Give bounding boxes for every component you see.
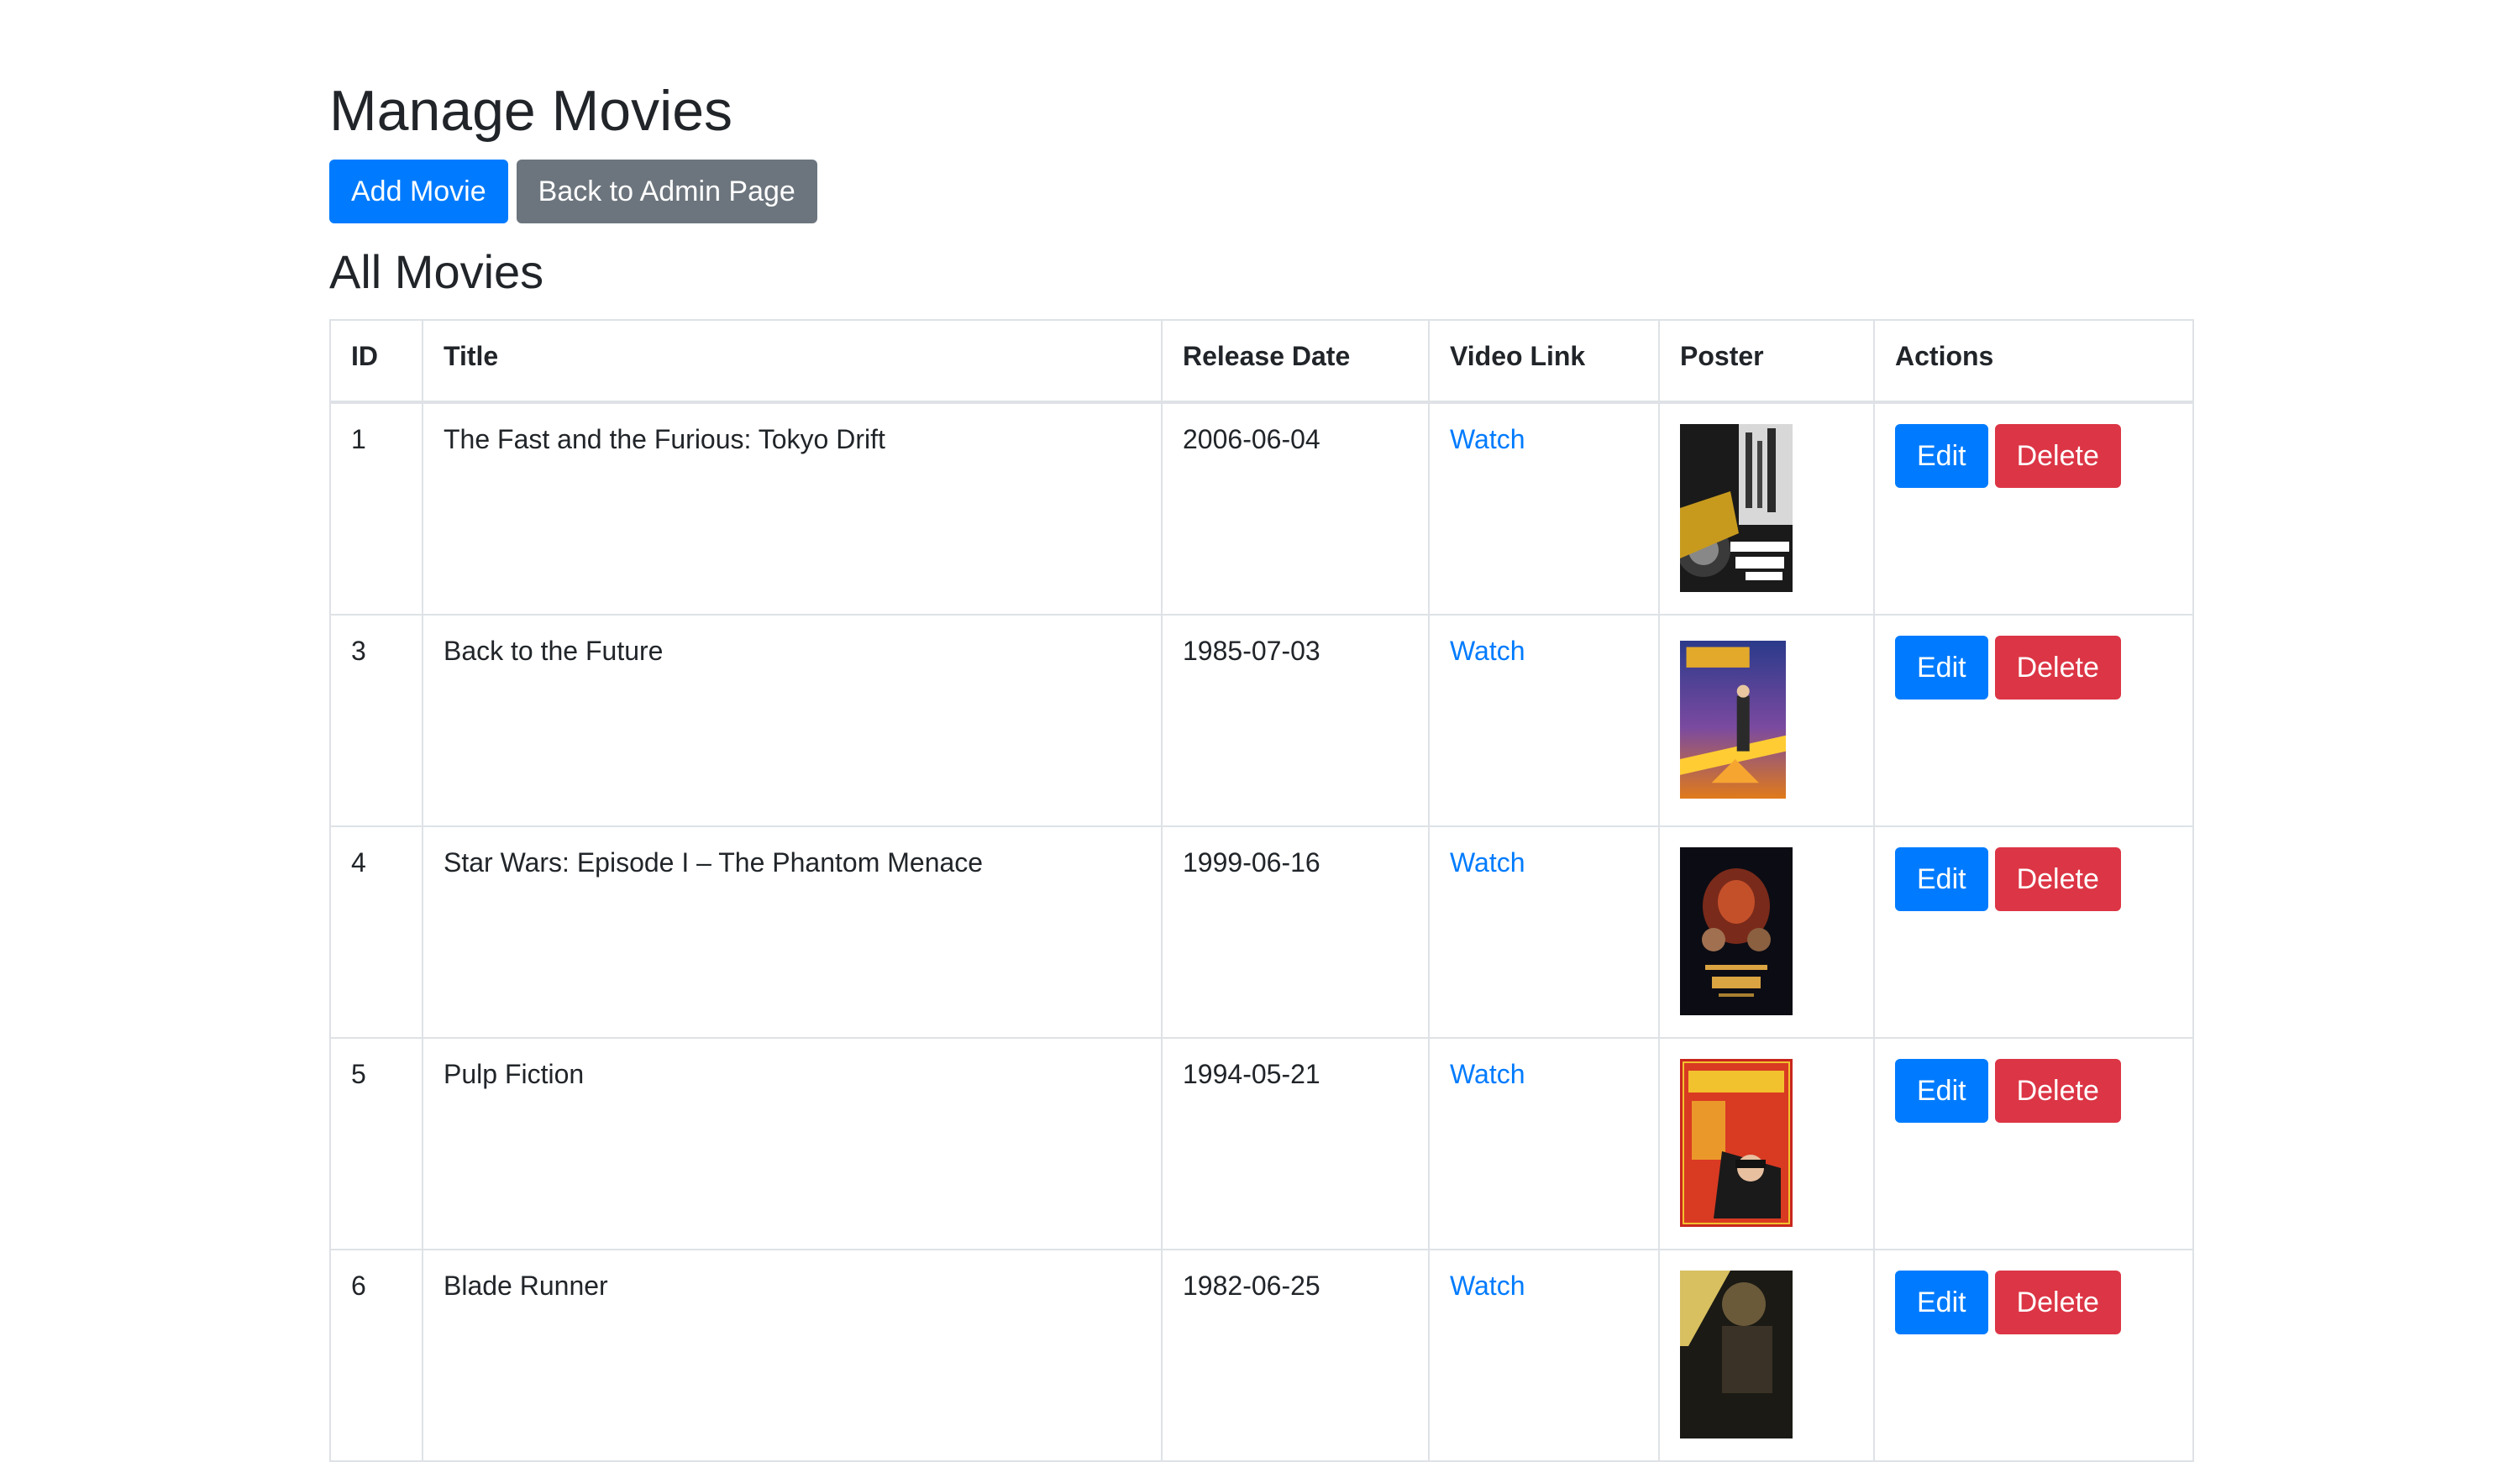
table-row: 5 Pulp Fiction 1994-05-21 Watch Edit Del…: [329, 1037, 2194, 1250]
table-row: 1 The Fast and the Furious: Tokyo Drift …: [329, 401, 2194, 616]
column-header-video-link[interactable]: Video Link: [1428, 319, 1660, 404]
add-movie-button[interactable]: Add Movie: [329, 160, 508, 223]
delete-button[interactable]: Delete: [1994, 1271, 2121, 1334]
cell-release-date: 1994-05-21: [1161, 1037, 1430, 1250]
cell-title: Back to the Future: [422, 614, 1163, 827]
row-actions: Edit Delete: [1895, 1271, 2172, 1334]
cell-poster: [1658, 825, 1875, 1039]
table-row: 6 Blade Runner 1982-06-25 Watch Edit Del…: [329, 1249, 2194, 1462]
row-actions: Edit Delete: [1895, 424, 2172, 488]
cell-release-date: 2006-06-04: [1161, 401, 1430, 616]
edit-button[interactable]: Edit: [1895, 1271, 1988, 1334]
cell-video-link: Watch: [1428, 1037, 1660, 1250]
cell-actions: Edit Delete: [1873, 1037, 2194, 1250]
column-header-release-date[interactable]: Release Date: [1161, 319, 1430, 404]
cell-title: Blade Runner: [422, 1249, 1163, 1462]
cell-poster: [1658, 614, 1875, 827]
movies-table: ID Title Release Date Video Link Poster …: [329, 319, 2194, 1462]
poster-image[interactable]: [1680, 424, 1793, 592]
cell-id: 4: [329, 825, 423, 1039]
cell-video-link: Watch: [1428, 401, 1660, 616]
cell-video-link: Watch: [1428, 1249, 1660, 1462]
row-actions: Edit Delete: [1895, 1059, 2172, 1123]
cell-poster: [1658, 1037, 1875, 1250]
cell-actions: Edit Delete: [1873, 1249, 2194, 1462]
delete-button[interactable]: Delete: [1994, 1059, 2121, 1123]
edit-button[interactable]: Edit: [1895, 636, 1988, 700]
cell-poster: [1658, 1249, 1875, 1462]
delete-button[interactable]: Delete: [1994, 636, 2121, 700]
watch-link[interactable]: Watch: [1450, 636, 1525, 666]
back-to-admin-button[interactable]: Back to Admin Page: [516, 160, 817, 223]
cell-release-date: 1982-06-25: [1161, 1249, 1430, 1462]
cell-id: 5: [329, 1037, 423, 1250]
top-button-row: Add Movie Back to Admin Page: [329, 160, 817, 223]
table-row: 3 Back to the Future 1985-07-03 Watch Ed…: [329, 614, 2194, 827]
cell-actions: Edit Delete: [1873, 825, 2194, 1039]
watch-link[interactable]: Watch: [1450, 1059, 1525, 1089]
cell-actions: Edit Delete: [1873, 401, 2194, 616]
cell-id: 1: [329, 401, 423, 616]
cell-video-link: Watch: [1428, 614, 1660, 827]
section-title: All Movies: [329, 245, 544, 298]
cell-poster: [1658, 401, 1875, 616]
cell-id: 3: [329, 614, 423, 827]
cell-actions: Edit Delete: [1873, 614, 2194, 827]
table-header-row: ID Title Release Date Video Link Poster …: [329, 319, 2194, 404]
poster-image[interactable]: [1680, 636, 1786, 804]
poster-image[interactable]: [1680, 847, 1793, 1015]
column-header-poster[interactable]: Poster: [1658, 319, 1875, 404]
table-row: 4 Star Wars: Episode I – The Phantom Men…: [329, 825, 2194, 1039]
cell-release-date: 1985-07-03: [1161, 614, 1430, 827]
watch-link[interactable]: Watch: [1450, 1271, 1525, 1301]
cell-title: Star Wars: Episode I – The Phantom Menac…: [422, 825, 1163, 1039]
row-actions: Edit Delete: [1895, 847, 2172, 911]
delete-button[interactable]: Delete: [1994, 424, 2121, 488]
column-header-id[interactable]: ID: [329, 319, 423, 404]
edit-button[interactable]: Edit: [1895, 1059, 1988, 1123]
cell-release-date: 1999-06-16: [1161, 825, 1430, 1039]
watch-link[interactable]: Watch: [1450, 424, 1525, 454]
watch-link[interactable]: Watch: [1450, 847, 1525, 878]
edit-button[interactable]: Edit: [1895, 847, 1988, 911]
edit-button[interactable]: Edit: [1895, 424, 1988, 488]
cell-video-link: Watch: [1428, 825, 1660, 1039]
column-header-title[interactable]: Title: [422, 319, 1163, 404]
cell-id: 6: [329, 1249, 423, 1462]
poster-image[interactable]: [1680, 1271, 1793, 1438]
delete-button[interactable]: Delete: [1994, 847, 2121, 911]
cell-title: Pulp Fiction: [422, 1037, 1163, 1250]
page-title: Manage Movies: [329, 79, 733, 143]
cell-title: The Fast and the Furious: Tokyo Drift: [422, 401, 1163, 616]
row-actions: Edit Delete: [1895, 636, 2172, 700]
poster-image[interactable]: [1680, 1059, 1793, 1227]
column-header-actions[interactable]: Actions: [1873, 319, 2194, 404]
